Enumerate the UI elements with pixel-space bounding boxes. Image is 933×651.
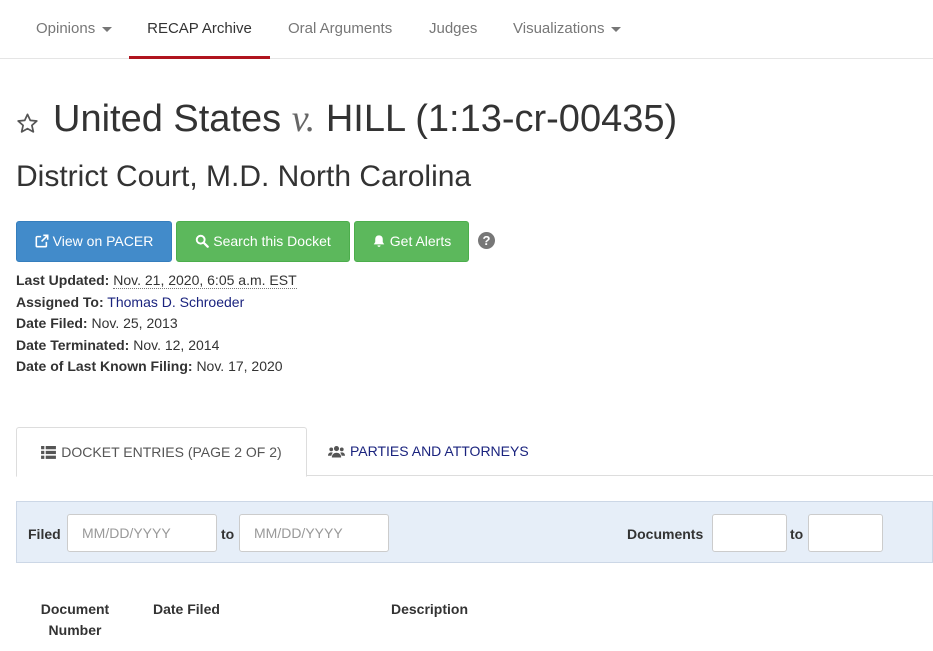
- nav-visualizations-label: Visualizations: [513, 20, 605, 37]
- case-party-2: HILL (1:13-cr-00435): [325, 98, 678, 140]
- users-icon: [328, 445, 345, 458]
- documents-to-label: to: [790, 526, 804, 542]
- last-updated-label: Last Updated:: [16, 272, 110, 288]
- nav-judges-label: Judges: [429, 20, 478, 37]
- last-updated-row: Last Updated: Nov. 21, 2020, 6:05 a.m. E…: [16, 272, 297, 289]
- documents-label: Documents: [627, 526, 704, 542]
- docket-filter-bar: Filed to Documents to: [16, 501, 933, 563]
- case-party-1: United States: [53, 98, 282, 140]
- column-header-date-filed: Date Filed: [153, 601, 220, 617]
- filed-from-date-input[interactable]: [67, 514, 217, 552]
- filed-label: Filed: [28, 526, 61, 542]
- last-known-filing-row: Date of Last Known Filing: Nov. 17, 2020: [16, 358, 283, 374]
- nav-recap-archive-label: RECAP Archive: [147, 20, 252, 37]
- favorite-star-icon[interactable]: [16, 112, 39, 135]
- date-filed-row: Date Filed: Nov. 25, 2013: [16, 315, 178, 331]
- filed-to-date-input[interactable]: [239, 514, 389, 552]
- nav-judges[interactable]: Judges: [429, 0, 477, 58]
- documents-from-input[interactable]: [712, 514, 787, 552]
- document-number-header-line1: Document: [40, 601, 110, 617]
- page-title: United States v. HILL (1:13-cr-00435): [53, 97, 677, 141]
- search-docket-label: Search this Docket: [213, 233, 331, 249]
- documents-to-input[interactable]: [808, 514, 883, 552]
- date-terminated-row: Date Terminated: Nov. 12, 2014: [16, 337, 219, 353]
- document-number-header-line2: Number: [48, 622, 102, 638]
- tab-docket-entries[interactable]: DOCKET ENTRIES (PAGE 2 OF 2): [16, 427, 307, 477]
- filed-to-label: to: [221, 526, 235, 542]
- caret-down-icon: [611, 26, 622, 32]
- top-navigation: Opinions RECAP Archive Oral Arguments Ju…: [0, 0, 933, 59]
- help-icon[interactable]: ?: [478, 232, 495, 249]
- list-icon: [41, 446, 57, 459]
- view-on-pacer-label: View on PACER: [52, 233, 154, 249]
- search-icon: [196, 234, 210, 248]
- last-known-filing-label: Date of Last Known Filing:: [16, 358, 193, 374]
- column-header-document-number: Document Number: [30, 599, 120, 641]
- date-filed-label: Date Filed:: [16, 315, 88, 331]
- date-terminated-label: Date Terminated:: [16, 337, 130, 353]
- tab-docket-entries-label: DOCKET ENTRIES (PAGE 2 OF 2): [61, 444, 282, 460]
- nav-opinions-label: Opinions: [36, 20, 96, 37]
- case-versus: v.: [291, 98, 316, 140]
- tab-parties-attorneys-label: PARTIES AND ATTORNEYS: [350, 443, 529, 459]
- bell-icon: [373, 235, 385, 247]
- court-name: District Court, M.D. North Carolina: [16, 160, 472, 193]
- date-terminated-value: Nov. 12, 2014: [133, 337, 220, 353]
- assigned-to-row: Assigned To: Thomas D. Schroeder: [16, 294, 244, 310]
- date-filed-value: Nov. 25, 2013: [91, 315, 178, 331]
- last-updated-value: Nov. 21, 2020, 6:05 a.m. EST: [113, 272, 297, 289]
- assigned-judge-link[interactable]: Thomas D. Schroeder: [107, 294, 244, 310]
- get-alerts-button[interactable]: Get Alerts: [354, 221, 469, 262]
- get-alerts-label: Get Alerts: [389, 233, 452, 249]
- nav-oral-arguments[interactable]: Oral Arguments: [288, 0, 392, 58]
- external-link-icon: [35, 234, 49, 248]
- tab-parties-attorneys[interactable]: PARTIES AND ATTORNEYS: [328, 427, 529, 475]
- nav-recap-archive[interactable]: RECAP Archive: [129, 0, 270, 59]
- nav-opinions[interactable]: Opinions: [36, 0, 113, 58]
- column-header-description: Description: [391, 601, 469, 617]
- last-known-filing-value: Nov. 17, 2020: [196, 358, 283, 374]
- assigned-to-label: Assigned To:: [16, 294, 104, 310]
- view-on-pacer-button[interactable]: View on PACER: [16, 221, 172, 262]
- caret-down-icon: [102, 26, 113, 32]
- nav-oral-arguments-label: Oral Arguments: [288, 20, 393, 37]
- nav-visualizations[interactable]: Visualizations: [513, 0, 622, 58]
- search-docket-button[interactable]: Search this Docket: [176, 221, 350, 262]
